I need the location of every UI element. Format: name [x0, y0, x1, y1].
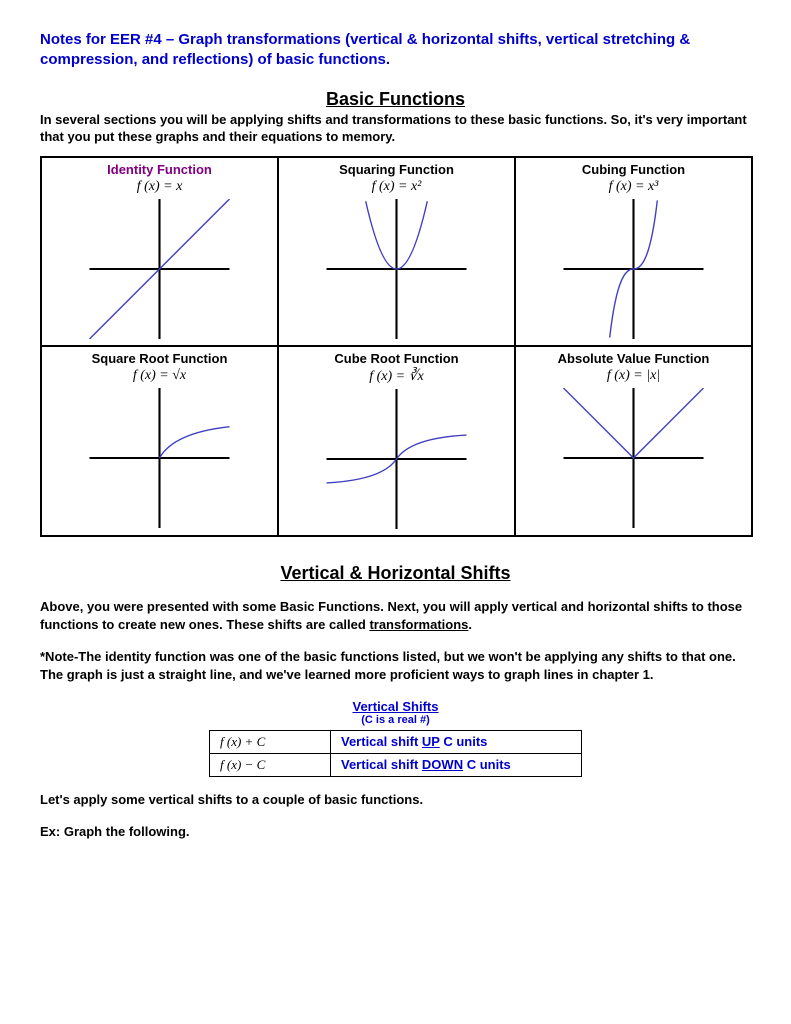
graph-abs	[520, 388, 747, 528]
graph-sqrt	[46, 388, 273, 528]
graph-cubing	[520, 199, 747, 339]
desc-pre: Vertical shift	[341, 734, 422, 749]
fn-equation: f (x) = x²	[283, 179, 510, 195]
desc-pre: Vertical shift	[341, 757, 422, 772]
shifts-para1: Above, you were presented with some Basi…	[40, 598, 751, 634]
shift-desc: Vertical shift UP C units	[331, 730, 582, 753]
document-title: Notes for EER #4 – Graph transformations…	[40, 30, 751, 69]
desc-key: DOWN	[422, 757, 463, 772]
cell-sqrt: Square Root Function f (x) = √x	[41, 346, 278, 536]
graph-squaring	[283, 199, 510, 339]
section-heading-shifts: Vertical & Horizontal Shifts	[40, 563, 751, 584]
shifts-para4: Ex: Graph the following.	[40, 823, 751, 841]
fn-title: Absolute Value Function	[520, 351, 747, 366]
vertical-shifts-heading: Vertical Shifts	[40, 699, 751, 714]
cell-abs: Absolute Value Function f (x) = |x|	[515, 346, 752, 536]
table-row: f (x) + C Vertical shift UP C units	[210, 730, 582, 753]
fn-title: Cube Root Function	[283, 351, 510, 366]
vertical-shifts-sub: (C is a real #)	[40, 714, 751, 726]
fn-equation: f (x) = √x	[46, 368, 273, 384]
para1-c: .	[468, 617, 472, 632]
cell-cubing: Cubing Function f (x) = x³	[515, 157, 752, 346]
fn-equation: f (x) = ∛x	[283, 368, 510, 385]
shifts-para2: *Note-The identity function was one of t…	[40, 648, 751, 684]
shift-eq: f (x) − C	[210, 753, 331, 776]
graph-cbrt	[283, 389, 510, 529]
para1-b: transformations	[369, 617, 468, 632]
shift-table: f (x) + C Vertical shift UP C units f (x…	[209, 730, 582, 777]
shift-desc: Vertical shift DOWN C units	[331, 753, 582, 776]
functions-grid: Identity Function f (x) = x Squaring Fun…	[40, 156, 753, 537]
fn-title: Cubing Function	[520, 162, 747, 177]
shift-eq: f (x) + C	[210, 730, 331, 753]
fn-equation: f (x) = |x|	[520, 368, 747, 384]
page: Notes for EER #4 – Graph transformations…	[0, 0, 791, 885]
section-heading-basic: Basic Functions	[40, 89, 751, 110]
fn-title: Square Root Function	[46, 351, 273, 366]
table-row: f (x) − C Vertical shift DOWN C units	[210, 753, 582, 776]
cell-cbrt: Cube Root Function f (x) = ∛x	[278, 346, 515, 536]
graph-identity	[46, 199, 273, 339]
intro-text: In several sections you will be applying…	[40, 112, 751, 146]
shifts-para3: Let's apply some vertical shifts to a co…	[40, 791, 751, 809]
fn-equation: f (x) = x	[46, 179, 273, 195]
desc-post: C units	[463, 757, 511, 772]
cell-squaring: Squaring Function f (x) = x²	[278, 157, 515, 346]
fn-equation: f (x) = x³	[520, 179, 747, 195]
desc-key: UP	[422, 734, 440, 749]
fn-title: Squaring Function	[283, 162, 510, 177]
fn-title: Identity Function	[46, 162, 273, 177]
cell-identity: Identity Function f (x) = x	[41, 157, 278, 346]
desc-post: C units	[440, 734, 488, 749]
